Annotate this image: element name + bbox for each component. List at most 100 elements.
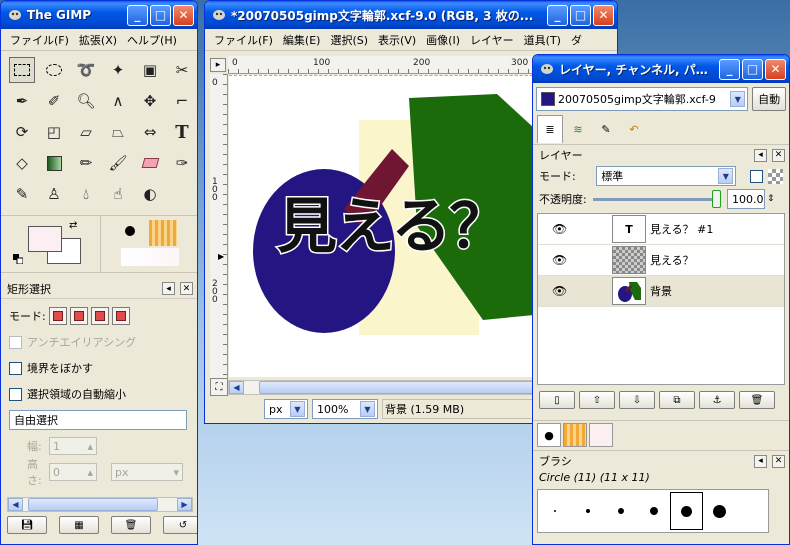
brush-item-selected[interactable] (670, 492, 703, 530)
visibility-eye-icon[interactable]: 👁︎ (552, 253, 572, 267)
tab-channels-icon[interactable]: ≋ (565, 115, 591, 143)
text-icon[interactable]: T (169, 119, 195, 145)
color-picker-icon[interactable]: ✐ (41, 88, 67, 114)
tab-undo-icon[interactable]: ↶ (621, 115, 647, 143)
lower-layer-icon[interactable]: ⇩ (619, 391, 655, 409)
paths-icon[interactable]: ✒ (9, 88, 35, 114)
flip-icon[interactable]: ⇔ (137, 119, 163, 145)
brush-item[interactable] (538, 510, 571, 512)
pencil-icon[interactable]: ✏ (73, 150, 99, 176)
visibility-eye-icon[interactable]: 👁︎ (552, 222, 572, 236)
layers-titlebar[interactable]: レイヤー, チャンネル, パス... _ □ ✕ (533, 55, 789, 83)
quickmask-icon[interactable]: ⛶ (210, 378, 228, 396)
height-spinner[interactable]: 0 ▴ (49, 463, 97, 481)
unit-select[interactable]: px ▾ (111, 463, 183, 481)
active-gradient[interactable] (121, 248, 179, 266)
tab-brushes-icon[interactable]: ● (537, 423, 561, 447)
scroll-left-icon[interactable]: ◀ (229, 381, 244, 394)
options-scrollbar[interactable]: ◀ ▶ (7, 497, 193, 512)
active-pattern[interactable] (149, 220, 177, 246)
close-button[interactable]: ✕ (593, 4, 614, 26)
reset-colors-icon[interactable] (13, 254, 24, 265)
tab-paths-icon[interactable]: ✎ (593, 115, 619, 143)
save-options-icon[interactable]: 💾︎ (7, 516, 47, 534)
zoom-icon[interactable]: 🔍︎ (73, 88, 99, 114)
perspective-icon[interactable]: ⏢ (105, 119, 131, 145)
crop-icon[interactable]: ⌐ (169, 88, 195, 114)
panel-menu-icon[interactable]: ◂ (162, 282, 175, 295)
lock-alpha-checkbox[interactable] (750, 169, 764, 183)
new-layer-icon[interactable]: ▯ (539, 391, 575, 409)
opacity-slider[interactable] (593, 189, 721, 208)
lasso-icon[interactable]: ➰ (73, 57, 99, 83)
opacity-slider-handle[interactable] (712, 189, 721, 208)
feather-checkbox[interactable] (9, 361, 22, 375)
magic-wand-icon[interactable]: ✦ (105, 57, 131, 83)
scroll-left-icon[interactable]: ◀ (8, 498, 23, 511)
paintbrush-icon[interactable]: 🖌︎ (105, 150, 131, 176)
maximize-button[interactable]: □ (570, 4, 591, 26)
maximize-button[interactable]: □ (150, 4, 171, 26)
anchor-layer-icon[interactable]: ⚓︎ (699, 391, 735, 409)
brush-item[interactable] (604, 508, 637, 514)
minimize-button[interactable]: _ (127, 4, 148, 26)
image-menu-arrow-icon[interactable]: ▸ (210, 58, 226, 72)
vertical-ruler[interactable] (210, 74, 228, 378)
active-brush[interactable] (125, 226, 135, 236)
menu-edit[interactable]: 編集(E) (278, 32, 326, 48)
menu-extensions[interactable]: 拡張(X) (74, 32, 122, 48)
menu-dialogs[interactable]: ダ (566, 32, 587, 48)
dodge-burn-icon[interactable]: ◐ (137, 181, 163, 207)
raise-layer-icon[interactable]: ⇧ (579, 391, 615, 409)
scale-icon[interactable]: ◰ (41, 119, 67, 145)
toolbox-titlebar[interactable]: The GIMP _ □ ✕ (1, 1, 197, 29)
rotate-icon[interactable]: ⟳ (9, 119, 35, 145)
close-button[interactable]: ✕ (173, 4, 194, 26)
close-button[interactable]: ✕ (765, 58, 786, 80)
scroll-right-icon[interactable]: ▶ (177, 498, 192, 511)
delete-layer-icon[interactable]: 🗑︎ (739, 391, 775, 409)
selection-mode-select[interactable]: 自由選択 (9, 410, 187, 430)
menu-select[interactable]: 選択(S) (325, 32, 373, 48)
menu-file[interactable]: ファイル(F) (5, 32, 74, 48)
layer-mode-select[interactable]: 標準 ▼ (596, 166, 737, 186)
mode-add-button[interactable] (69, 307, 88, 325)
layer-row-selected[interactable]: 👁︎ 背景 (538, 276, 784, 307)
duplicate-layer-icon[interactable]: ⧉ (659, 391, 695, 409)
layer-row[interactable]: 👁︎ T 見える？ #1 (538, 214, 784, 245)
move-icon[interactable]: ✥ (137, 88, 163, 114)
antialias-checkbox[interactable] (9, 335, 22, 349)
shear-icon[interactable]: ▱ (73, 119, 99, 145)
brush-item[interactable] (703, 504, 736, 518)
minimize-button[interactable]: _ (547, 4, 568, 26)
menu-tools[interactable]: 道具(T) (519, 32, 566, 48)
foreground-color[interactable] (28, 226, 62, 252)
brush-item[interactable] (637, 507, 670, 515)
opacity-spinner[interactable]: 100.0 (727, 189, 765, 209)
ink-icon[interactable]: ✎ (9, 181, 35, 207)
scroll-thumb[interactable] (28, 498, 158, 511)
blend-icon[interactable] (41, 150, 67, 176)
visibility-eye-icon[interactable]: 👁︎ (552, 284, 572, 298)
brush-item[interactable] (571, 509, 604, 513)
swap-colors-icon[interactable]: ⇄ (69, 220, 77, 231)
eraser-icon[interactable] (137, 150, 163, 176)
scissors-icon[interactable]: ✂ (169, 57, 195, 83)
ellipse-select-icon[interactable] (41, 57, 67, 83)
panel-close-icon[interactable]: ✕ (772, 148, 785, 162)
tab-gradients-icon[interactable] (589, 423, 613, 447)
auto-button[interactable]: 自動 (752, 87, 786, 111)
reset-options-icon[interactable]: ↺ (163, 516, 197, 534)
maximize-button[interactable]: □ (742, 58, 763, 80)
minimize-button[interactable]: _ (719, 58, 740, 80)
clone-icon[interactable]: ♙ (41, 181, 67, 207)
menu-view[interactable]: 表示(V) (373, 32, 421, 48)
unit-select[interactable]: px ▼ (264, 399, 308, 419)
autoshrink-checkbox[interactable] (9, 387, 22, 401)
select-by-color-icon[interactable]: ▣ (137, 57, 163, 83)
width-spinner[interactable]: 1 ▴ (49, 437, 97, 455)
panel-menu-icon[interactable]: ◂ (754, 148, 767, 162)
restore-options-icon[interactable]: ▦ (59, 516, 99, 534)
mode-intersect-button[interactable] (111, 307, 130, 325)
tab-patterns-icon[interactable] (563, 423, 587, 447)
